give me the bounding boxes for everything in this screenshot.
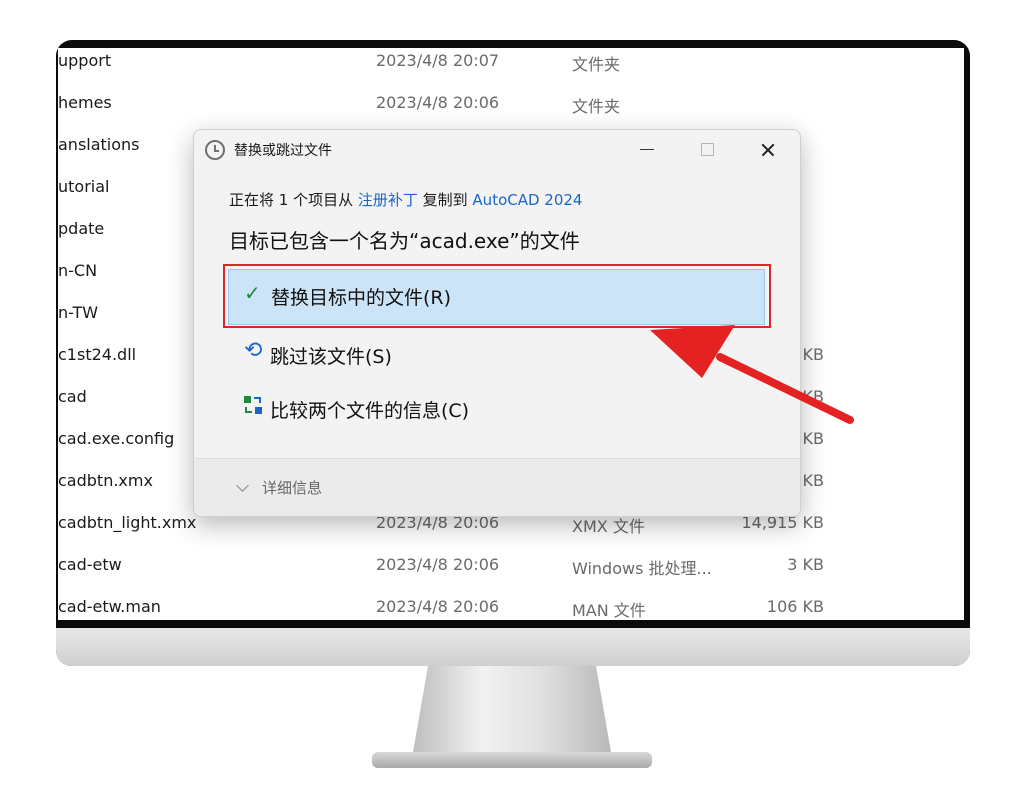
file-size: 3 KB (787, 555, 824, 574)
clock-icon (205, 140, 225, 160)
file-row[interactable]: cad-etw 2023/4/8 20:06 Windows 批处理... 3 KB (58, 552, 964, 594)
file-name: n-CN (58, 261, 98, 280)
undo-arrow-icon[interactable]: ⟲ (244, 338, 262, 363)
file-name: cad.exe.config (58, 429, 175, 448)
compare-icon[interactable] (242, 394, 264, 416)
file-row[interactable]: cad-etw.man 2023/4/8 20:06 MAN 文件 106 KB (58, 594, 964, 620)
file-type: MAN 文件 (572, 601, 646, 620)
file-name: cad (58, 387, 87, 406)
file-size: KB (802, 345, 824, 364)
red-highlight-box (223, 264, 771, 328)
destination-folder-link[interactable]: AutoCAD 2024 (472, 191, 582, 209)
monitor-chin (56, 628, 970, 666)
file-name: utorial (58, 177, 110, 196)
file-type: 文件夹 (572, 55, 621, 74)
file-date: 2023/4/8 20:06 (376, 93, 500, 112)
file-name: cad-etw.man (58, 597, 161, 616)
monitor-base (372, 752, 652, 768)
more-details-toggle[interactable]: 详细信息 (262, 477, 322, 498)
file-size: KB (802, 387, 824, 406)
file-name: hemes (58, 93, 112, 112)
minimize-button[interactable] (618, 130, 674, 170)
file-size: 106 KB (766, 597, 824, 616)
replace-skip-dialog: 替换或跳过文件 正在将 1 个项目从 注册补丁 复制到 AutoCAD 2024… (193, 129, 801, 517)
file-date: 2023/4/8 20:06 (376, 555, 500, 574)
file-name: anslations (58, 135, 140, 154)
file-size: KB (802, 429, 824, 448)
maximize-button[interactable] (678, 130, 734, 170)
close-button[interactable] (740, 130, 796, 170)
skip-file-option[interactable]: 跳过该文件(S) (270, 342, 392, 369)
file-name: pdate (58, 219, 105, 238)
file-date: 2023/4/8 20:07 (376, 51, 500, 70)
file-size: KB (802, 471, 824, 490)
file-name: upport (58, 51, 112, 70)
dialog-titlebar[interactable]: 替换或跳过文件 (194, 130, 800, 170)
file-name: cad-etw (58, 555, 122, 574)
file-name: cadbtn.xmx (58, 471, 153, 490)
compare-files-option[interactable]: 比较两个文件的信息(C) (270, 396, 469, 423)
copy-status: 正在将 1 个项目从 注册补丁 复制到 AutoCAD 2024 (229, 189, 582, 210)
file-row[interactable]: upport 2023/4/8 20:07 文件夹 (58, 48, 964, 90)
file-name: n-TW (58, 303, 99, 322)
file-name: c1st24.dll (58, 345, 137, 364)
file-row[interactable]: hemes 2023/4/8 20:06 文件夹 (58, 90, 964, 132)
conflict-message: 目标已包含一个名为“acad.exe”的文件 (229, 229, 580, 253)
file-type: Windows 批处理... (572, 559, 712, 578)
file-type: 文件夹 (572, 97, 621, 116)
source-folder-link[interactable]: 注册补丁 (358, 191, 418, 209)
status-prefix: 正在将 1 个项目从 (229, 191, 358, 209)
dialog-title: 替换或跳过文件 (234, 143, 332, 159)
file-name: cadbtn_light.xmx (58, 513, 197, 532)
file-date: 2023/4/8 20:06 (376, 597, 500, 616)
status-mid: 复制到 (417, 191, 473, 209)
dialog-footer: 详细信息 (194, 458, 800, 516)
monitor-stand (412, 666, 612, 758)
chevron-down-icon[interactable] (236, 479, 249, 492)
